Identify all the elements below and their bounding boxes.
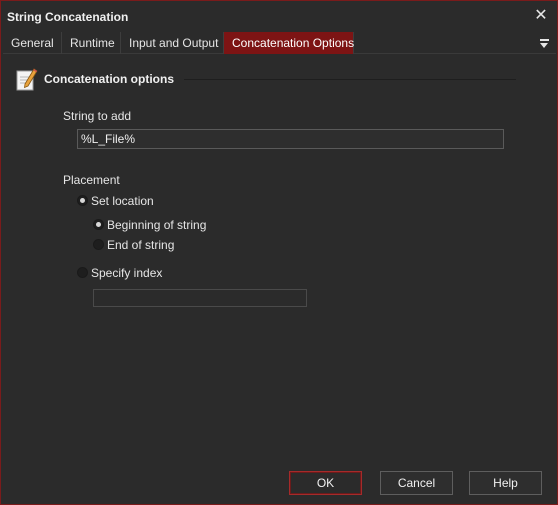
radio-indicator (77, 267, 88, 278)
specify-index-radio[interactable]: Specify index (77, 265, 197, 281)
tab-strip: General Runtime Input and Output Concate… (3, 32, 556, 54)
window-title: String Concatenation (7, 10, 129, 24)
tab-runtime[interactable]: Runtime (62, 32, 121, 54)
button-bar: OK Cancel Help (3, 464, 556, 504)
end-of-string-label: End of string (107, 238, 175, 252)
beginning-of-string-radio[interactable]: Beginning of string (93, 217, 233, 233)
radio-indicator (93, 239, 104, 250)
cancel-button[interactable]: Cancel (380, 471, 453, 495)
options-panel: Concatenation options String to add %L_F… (4, 55, 555, 464)
pencil-document-icon (16, 68, 38, 91)
specify-index-label: Specify index (91, 266, 163, 280)
help-button[interactable]: Help (469, 471, 542, 495)
section-title: Concatenation options (44, 72, 174, 86)
tab-concatenation-options[interactable]: Concatenation Options (224, 32, 354, 54)
radio-indicator (77, 195, 88, 206)
section-divider (184, 79, 516, 80)
set-location-label: Set location (91, 194, 154, 208)
dialog-window: String Concatenation ✕ General Runtime I… (0, 0, 558, 505)
close-icon[interactable]: ✕ (531, 6, 551, 26)
end-of-string-radio[interactable]: End of string (93, 237, 213, 253)
tab-input-output[interactable]: Input and Output (121, 32, 224, 54)
set-location-radio[interactable]: Set location (77, 193, 197, 209)
index-input[interactable] (93, 289, 307, 307)
tab-menu-icon[interactable] (538, 35, 552, 51)
section-header: Concatenation options (16, 67, 516, 93)
string-to-add-input[interactable]: %L_File% (77, 129, 504, 149)
title-bar: String Concatenation ✕ (1, 1, 557, 32)
string-to-add-label: String to add (63, 109, 132, 123)
tab-general[interactable]: General (3, 32, 62, 54)
placement-label: Placement (63, 173, 120, 187)
beginning-of-string-label: Beginning of string (107, 218, 207, 232)
ok-button[interactable]: OK (289, 471, 362, 495)
radio-indicator (93, 219, 104, 230)
